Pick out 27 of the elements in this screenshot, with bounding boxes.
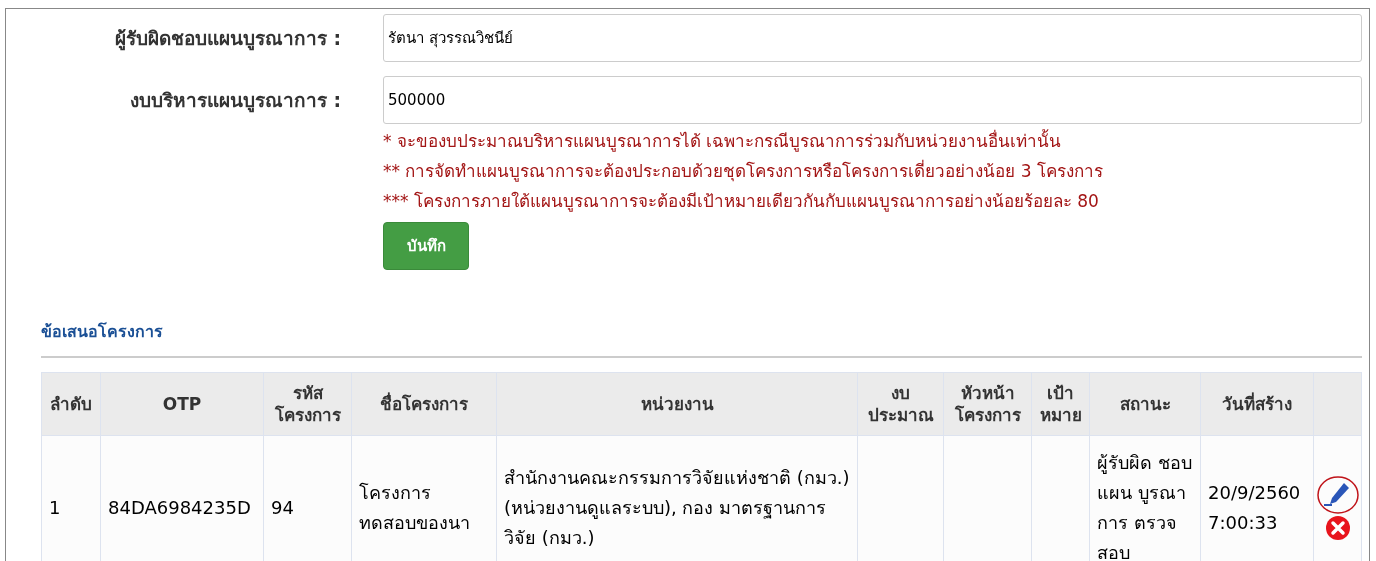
column-header: เป้า หมาย [1031, 372, 1090, 436]
table-cell: 84DA6984235D [108, 497, 251, 518]
field-label: ผู้รับผิดชอบแผนบูรณาการ : [113, 25, 341, 53]
column-header: ชื่อโครงการ [351, 372, 497, 436]
table-cell: ผู้รับผิด ชอบแผน บูรณาการ ตรวจสอบ [1097, 452, 1192, 561]
column-header: สถานะ [1089, 372, 1201, 436]
table-cell: โครงการ ทดสอบของนา [359, 482, 470, 533]
field-label: งบบริหารแผนบูรณาการ : [128, 87, 341, 115]
column-header: OTP [100, 372, 264, 436]
text-field[interactable]: รัตนา สุวรรณวิชนีย์ [383, 14, 1362, 62]
note-text: * จะของบประมาณบริหารแผนบูรณาการได้ เฉพาะกรณีบูรณาการร่วมกับหน่วยงานอื่นเท่านั้น [383, 128, 1063, 154]
column-header: วันที่สร้าง [1200, 372, 1314, 436]
table-cell: 94 [271, 497, 294, 518]
column-header: หน่วยงาน [496, 372, 858, 436]
column-header: ลำดับ [41, 372, 101, 436]
section-title: ข้อเสนอโครงการ [41, 322, 163, 341]
table-cell: 20/9/2560 7:00:33 [1208, 482, 1301, 533]
text-field[interactable]: 500000 [383, 76, 1362, 124]
table-cell: 1 [49, 497, 61, 518]
table-cell: สำนักงานคณะกรรมการวิจัยแห่งชาติ (กมว.)(หน่วยงานดูแลระบบ), กอง มาตรฐานการวิจัย (กมว.) [504, 467, 850, 548]
column-header: หัวหน้า โครงการ [943, 372, 1032, 436]
delete-icon[interactable] [1324, 515, 1351, 541]
column-header: รหัส โครงการ [263, 372, 352, 436]
note-text: ** การจัดทำแผนบูรณาการจะต้องประกอบด้วยชุดโครงการหรือโครงการเดี่ยวอย่างน้อย 3 โครงการ [383, 158, 1105, 184]
column-header: งบ ประมาณ [857, 372, 944, 436]
note-text: *** โครงการภายใต้แผนบูรณาการจะต้องมีเป้าหมายเดียวกันกับแผนบูรณาการอย่างน้อยร้อยละ 80 [383, 190, 1100, 214]
edit-icon[interactable] [1315, 475, 1360, 515]
